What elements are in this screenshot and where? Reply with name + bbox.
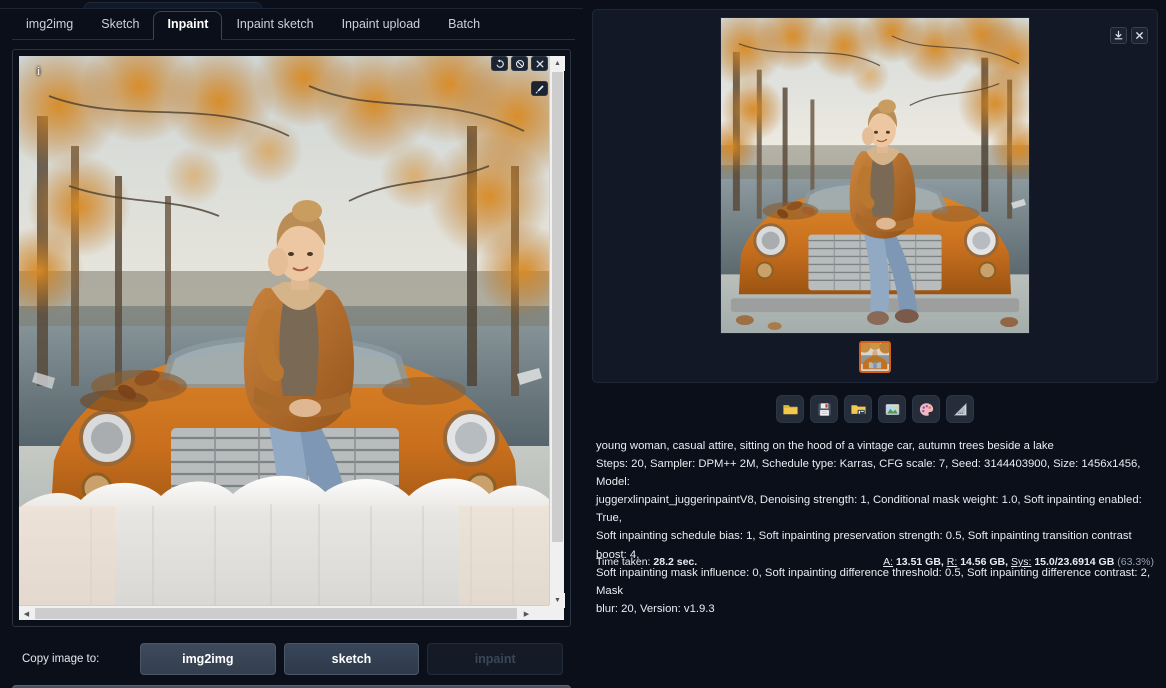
save-icon[interactable] — [810, 395, 838, 423]
mem-a-label: A: — [883, 556, 894, 568]
time-taken-value: 28.2 sec. — [653, 556, 698, 568]
infotext-prompt: young woman, casual attire, sitting on t… — [596, 440, 1054, 452]
tab-inpaint-upload[interactable]: Inpaint upload — [328, 11, 435, 40]
generation-stats-row: Time taken: 28.2 sec. A: 13.51 GB, R: 14… — [592, 556, 1158, 568]
img2img-left-column: img2img Sketch Inpaint Inpaint sketch In… — [0, 9, 583, 688]
mem-sys-value: 15.0/23.6914 GB — [1034, 556, 1115, 568]
brush-icon[interactable] — [531, 81, 548, 96]
inpaint-canvas-viewport[interactable]: i — [19, 56, 550, 608]
result-image-container[interactable] — [720, 17, 1030, 334]
tab-img2img[interactable]: img2img — [12, 11, 87, 40]
result-image[interactable] — [721, 18, 1029, 333]
scroll-up-arrow-icon[interactable]: ▲ — [550, 56, 565, 71]
tab-inpaint[interactable]: Inpaint — [153, 11, 223, 40]
tab-batch[interactable]: Batch — [434, 11, 494, 40]
canvas-tool-row-secondary — [531, 81, 548, 96]
tab-inpaint-sketch[interactable]: Inpaint sketch — [222, 11, 327, 40]
scrollbar-corner — [549, 605, 564, 620]
canvas-tool-row-primary — [491, 56, 548, 71]
mem-sys-percent: (63.3%) — [1117, 556, 1154, 568]
infotext-params-2: juggerxlinpaint_juggerinpaintV8, Denoisi… — [596, 494, 1142, 525]
scroll-left-arrow-icon[interactable]: ◀ — [19, 606, 34, 621]
gallery-thumb-1[interactable] — [859, 341, 891, 373]
time-taken-stat: Time taken: 28.2 sec. — [596, 556, 697, 568]
copy-image-to-label: Copy image to: — [22, 653, 100, 665]
gallery-thumb-image — [861, 343, 889, 371]
generation-infotext: young woman, casual attire, sitting on t… — [592, 437, 1158, 618]
send-to-img2img-icon[interactable] — [878, 395, 906, 423]
horizontal-scroll-thumb[interactable] — [35, 608, 517, 619]
scroll-right-arrow-icon[interactable]: ▶ — [519, 606, 534, 621]
erase-icon[interactable] — [511, 56, 528, 71]
inpaint-source-image[interactable] — [19, 56, 550, 608]
save-zip-icon[interactable] — [844, 395, 872, 423]
undo-icon[interactable] — [491, 56, 508, 71]
close-icon[interactable] — [1131, 27, 1148, 44]
output-right-column: young woman, casual attire, sitting on t… — [585, 0, 1166, 688]
folder-icon[interactable] — [776, 395, 804, 423]
infotext-params-1: Steps: 20, Sampler: DPM++ 2M, Schedule t… — [596, 458, 1141, 489]
download-icon[interactable] — [1110, 27, 1127, 44]
result-gallery-strip — [593, 341, 1157, 373]
tab-sketch[interactable]: Sketch — [87, 11, 153, 40]
inpaint-canvas-panel[interactable]: i ▲ ▼ ◀ ▶ — [12, 49, 571, 627]
img2img-mode-tabs: img2img Sketch Inpaint Inpaint sketch In… — [12, 9, 575, 40]
mem-r-label: R: — [946, 556, 958, 568]
infotext-params-4: Soft inpainting mask influence: 0, Soft … — [596, 566, 1151, 597]
send-to-inpaint-icon[interactable] — [912, 395, 940, 423]
close-icon[interactable] — [531, 56, 548, 71]
mem-a-value: 13.51 GB, — [895, 556, 944, 568]
copy-to-img2img-button[interactable]: img2img — [139, 643, 276, 675]
copy-to-inpaint-button: inpaint — [427, 643, 564, 675]
memory-stats: A: 13.51 GB, R: 14.56 GB, Sys: 15.0/23.6… — [883, 556, 1154, 568]
top-tabstrip-cutoff — [0, 0, 583, 11]
result-action-buttons — [593, 395, 1157, 423]
send-to-extras-icon[interactable] — [946, 395, 974, 423]
vertical-scroll-thumb[interactable] — [552, 72, 563, 542]
result-tool-row — [1110, 27, 1148, 44]
time-taken-label: Time taken: — [596, 556, 651, 568]
canvas-vertical-scrollbar[interactable]: ▲ ▼ — [549, 56, 565, 608]
mem-r-value: 14.56 GB, — [960, 556, 1009, 568]
mem-sys-label: Sys: — [1010, 556, 1032, 568]
infotext-params-5: blur: 20, Version: v1.9.3 — [596, 602, 715, 615]
result-gallery-panel — [592, 9, 1158, 423]
canvas-horizontal-scrollbar[interactable]: ◀ ▶ — [19, 605, 550, 620]
copy-image-to-row: Copy image to: img2img sketch inpaint — [12, 639, 571, 679]
copy-to-sketch-button[interactable]: sketch — [283, 643, 420, 675]
